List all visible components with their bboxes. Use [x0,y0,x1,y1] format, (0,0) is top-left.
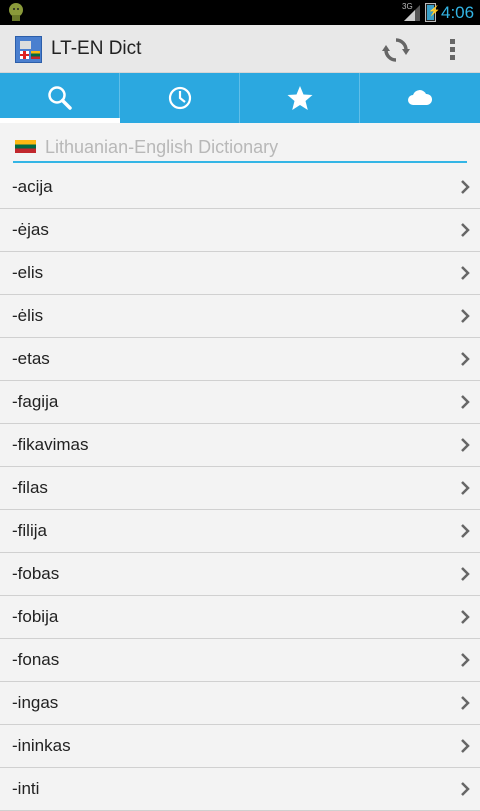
word-label: -inti [12,779,40,798]
chevron-right-icon [461,352,470,366]
chevron-right-icon [461,653,470,667]
word-label: -fobija [12,607,59,626]
list-item[interactable]: -ėlis [0,295,480,338]
list-item[interactable]: -acija [0,166,480,209]
android-notification-icon [9,3,23,21]
chevron-right-icon [461,739,470,753]
chevron-right-icon [461,223,470,237]
tab-cloud[interactable] [360,73,480,123]
list-item[interactable]: -fobas [0,553,480,596]
status-bar: 3G ⚡ 4:06 [0,0,480,25]
list-item[interactable]: -inti [0,768,480,811]
word-label: -acija [12,177,53,196]
list-item[interactable]: -etas [0,338,480,381]
chevron-right-icon [461,266,470,280]
word-label: -elis [12,263,44,282]
chevron-right-icon [461,524,470,538]
word-label: -filas [12,478,48,497]
word-label: -ingas [12,693,59,712]
list-item[interactable]: -ingas [0,682,480,725]
list-item[interactable]: -fonas [0,639,480,682]
chevron-right-icon [461,481,470,495]
search-input[interactable] [45,134,455,160]
tab-favorites[interactable] [240,73,360,123]
lithuania-flag-icon [15,140,36,153]
chevron-right-icon [461,309,470,323]
list-item[interactable]: -filija [0,510,480,553]
overflow-menu-button[interactable] [440,34,464,66]
word-label: -fobas [12,564,60,583]
list-item[interactable]: -ininkas [0,725,480,768]
word-label: -fagija [12,392,59,411]
action-bar: LT-EN Dict [0,25,480,73]
active-tab-indicator [0,118,120,123]
list-item[interactable]: -elis [0,252,480,295]
word-label: -fonas [12,650,60,669]
status-clock: 4:06 [441,3,475,22]
cloud-icon [408,90,433,105]
app-icon[interactable] [15,36,42,63]
list-item[interactable]: -fikavimas [0,424,480,467]
chevron-right-icon [461,782,470,796]
star-icon [287,86,313,110]
word-label: -ininkas [12,736,71,755]
list-item[interactable]: -filas [0,467,480,510]
search-box [13,133,467,163]
chevron-right-icon [461,438,470,452]
app-title: LT-EN Dict [51,38,142,59]
chevron-right-icon [461,610,470,624]
list-item[interactable]: -ėjas [0,209,480,252]
signal-strength-icon [404,5,420,21]
word-label: -ėjas [12,220,49,239]
list-item[interactable]: -fobija [0,596,480,639]
chevron-right-icon [461,180,470,194]
tab-bar [0,73,480,123]
refresh-button[interactable] [379,34,413,66]
chevron-right-icon [461,567,470,581]
tab-search[interactable] [0,73,120,123]
word-label: -fikavimas [12,435,89,454]
word-label: -filija [12,521,47,540]
list-item[interactable]: -fagija [0,381,480,424]
chevron-right-icon [461,696,470,710]
word-list: -acija -ėjas -elis -ėlis -etas -fagija -fikavi… [0,166,480,811]
refresh-icon [382,38,410,62]
tab-history[interactable] [120,73,240,123]
chevron-right-icon [461,395,470,409]
word-label: -etas [12,349,50,368]
word-label: -ėlis [12,306,44,325]
search-icon [48,86,72,110]
battery-charging-icon: ⚡ [425,3,440,22]
history-clock-icon [168,86,192,110]
